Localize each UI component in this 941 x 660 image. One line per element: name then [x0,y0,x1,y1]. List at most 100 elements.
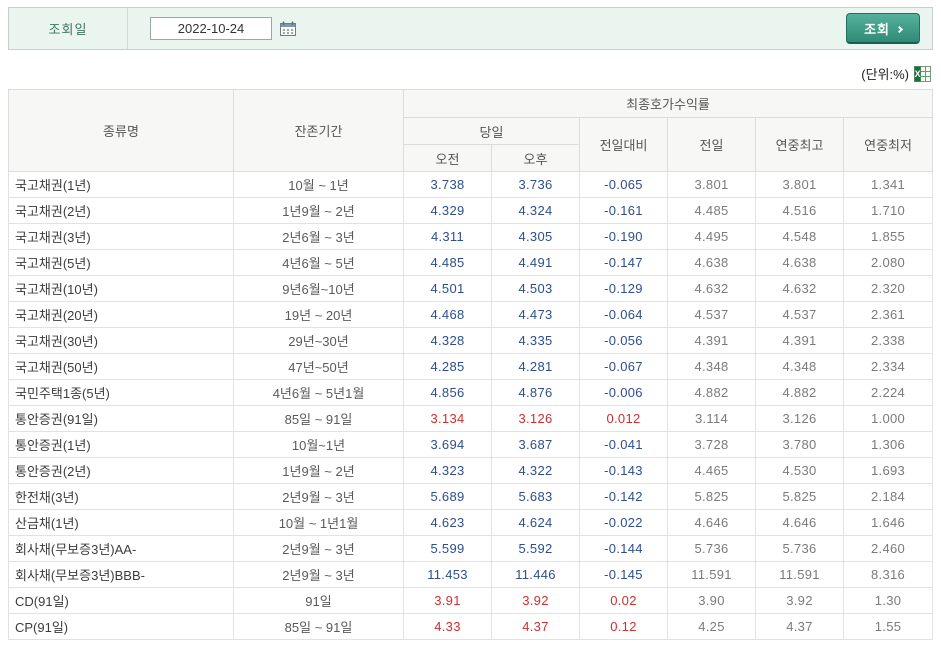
cell-year-low: 2.184 [842,483,934,510]
page: 조회일 조회 (단위:%) [0,0,941,640]
cell-type-name: 국고채권(20년) [8,301,234,328]
cell-afternoon: 11.446 [491,561,580,588]
cell-afternoon: 3.687 [491,431,580,458]
cell-year-high: 4.37 [755,613,844,640]
header-period: 잔존기간 [233,89,404,172]
cell-year-high: 11.591 [755,561,844,588]
table-row: CP(91일) 85일 ~ 91일 4.33 4.37 0.12 4.25 4.37 1.55 [8,613,934,640]
cell-morning: 3.738 [403,171,492,198]
search-button-label: 조회 [864,22,890,37]
cell-year-low: 2.334 [842,353,934,380]
header-afternoon: 오후 [491,144,580,172]
cell-period: 29년~30년 [233,327,404,354]
header-prev: 전일 [667,117,756,172]
header-year-low: 연중최저 [842,117,934,172]
excel-download-icon[interactable]: X [914,65,931,82]
cell-period: 10월 ~ 1년 [233,171,404,198]
cell-prev: 4.882 [667,379,756,406]
cell-type-name: 국고채권(2년) [8,197,234,224]
cell-morning: 5.599 [403,535,492,562]
cell-period: 91일 [233,587,404,614]
cell-change: -0.144 [579,535,668,562]
cell-afternoon: 4.281 [491,353,580,380]
calendar-button[interactable] [278,19,298,38]
cell-change: -0.067 [579,353,668,380]
cell-change: -0.145 [579,561,668,588]
cell-type-name: 한전채(3년) [8,483,234,510]
cell-type-name: 산금채(1년) [8,509,234,536]
header-change: 전일대비 [579,117,668,172]
table-row: 국고채권(30년) 29년~30년 4.328 4.335 -0.056 4.391 4.3… [8,327,934,354]
cell-morning: 3.134 [403,405,492,432]
cell-afternoon: 4.624 [491,509,580,536]
header-yield-group: 최종호가수익률 [402,89,934,118]
cell-period: 2년9월 ~ 3년 [233,561,404,588]
cell-year-low: 2.080 [842,249,934,276]
header-type: 종류명 [8,89,234,172]
cell-afternoon: 3.126 [491,405,580,432]
svg-text:X: X [915,69,921,79]
cell-year-low: 1.55 [842,613,934,640]
cell-period: 4년6월 ~ 5년 [233,249,404,276]
unit-row: (단위:%) X [8,64,931,83]
cell-afternoon: 4.305 [491,223,580,250]
cell-year-low: 2.224 [842,379,934,406]
cell-year-high: 4.516 [755,197,844,224]
cell-type-name: 통안증권(91일) [8,405,234,432]
cell-morning: 4.623 [403,509,492,536]
cell-prev: 3.114 [667,405,756,432]
table-row: 국고채권(5년) 4년6월 ~ 5년 4.485 4.491 -0.147 4.638 4.… [8,249,934,276]
cell-prev: 5.825 [667,483,756,510]
cell-morning: 4.311 [403,223,492,250]
cell-type-name: 국고채권(3년) [8,223,234,250]
cell-period: 2년9월 ~ 3년 [233,535,404,562]
cell-period: 85일 ~ 91일 [233,613,404,640]
cell-change: -0.006 [579,379,668,406]
cell-type-name: CD(91일) [8,587,234,614]
cell-change: -0.147 [579,249,668,276]
cell-year-high: 5.736 [755,535,844,562]
cell-period: 9년6월~10년 [233,275,404,302]
cell-year-high: 4.537 [755,301,844,328]
cell-type-name: 국고채권(10년) [8,275,234,302]
cell-year-low: 1.30 [842,587,934,614]
cell-afternoon: 4.335 [491,327,580,354]
cell-type-name: 회사채(무보증3년)BBB- [8,561,234,588]
cell-morning: 4.468 [403,301,492,328]
cell-change: 0.12 [579,613,668,640]
cell-afternoon: 4.491 [491,249,580,276]
cell-type-name: 국민주택1종(5년) [8,379,234,406]
cell-year-high: 3.92 [755,587,844,614]
cell-morning: 4.285 [403,353,492,380]
cell-change: -0.129 [579,275,668,302]
cell-period: 1년9월 ~ 2년 [233,197,404,224]
cell-period: 2년6월 ~ 3년 [233,223,404,250]
cell-year-high: 4.646 [755,509,844,536]
cell-morning: 4.33 [403,613,492,640]
cell-prev: 3.728 [667,431,756,458]
cell-change: -0.065 [579,171,668,198]
search-button[interactable]: 조회 [846,13,920,44]
table-row: 통안증권(91일) 85일 ~ 91일 3.134 3.126 0.012 3.114 3.… [8,405,934,432]
cell-year-low: 1.306 [842,431,934,458]
unit-label: (단위:%) [861,67,909,82]
table-row: 국민주택1종(5년) 4년6월 ~ 5년1월 4.856 4.876 -0.006 4.8… [8,379,934,406]
cell-year-low: 2.361 [842,301,934,328]
table-row: 국고채권(10년) 9년6월~10년 4.501 4.503 -0.129 4.632 4.… [8,275,934,302]
table-row: 회사채(무보증3년)BBB- 2년9월 ~ 3년 11.453 11.446 -0.14… [8,561,934,588]
table-row: CD(91일) 91일 3.91 3.92 0.02 3.90 3.92 1.30 [8,587,934,614]
cell-year-high: 4.530 [755,457,844,484]
query-date-input[interactable] [150,17,272,40]
table-row: 국고채권(1년) 10월 ~ 1년 3.738 3.736 -0.065 3.801 3.8… [8,171,934,198]
cell-change: 0.012 [579,405,668,432]
cell-prev: 5.736 [667,535,756,562]
cell-period: 1년9월 ~ 2년 [233,457,404,484]
cell-afternoon: 3.92 [491,587,580,614]
cell-change: -0.142 [579,483,668,510]
cell-prev: 4.638 [667,249,756,276]
cell-morning: 4.323 [403,457,492,484]
table-row: 통안증권(1년) 10월~1년 3.694 3.687 -0.041 3.728 3.780… [8,431,934,458]
cell-period: 10월~1년 [233,431,404,458]
cell-afternoon: 5.592 [491,535,580,562]
cell-prev: 4.537 [667,301,756,328]
